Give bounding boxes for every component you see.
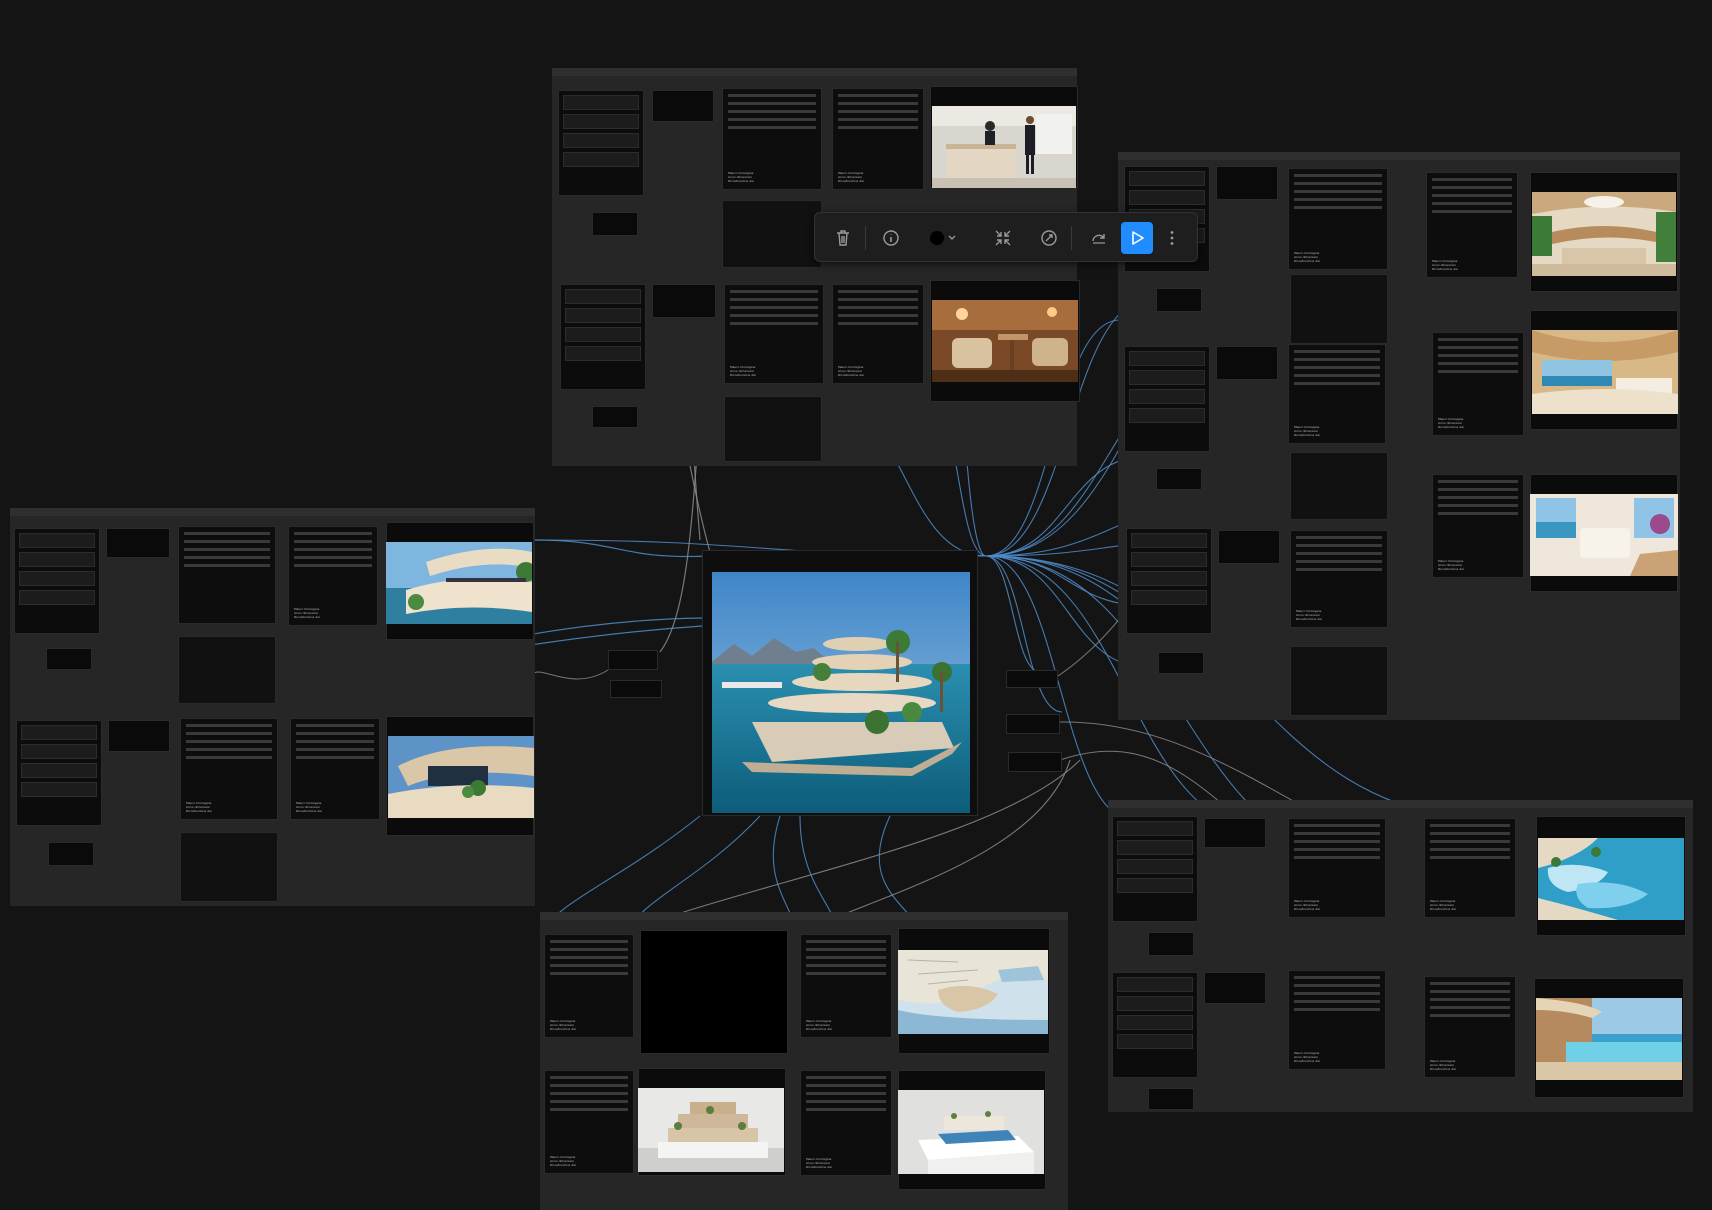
node-small[interactable]: [1156, 468, 1202, 490]
node-small[interactable]: [108, 720, 170, 752]
connection-wire: [533, 539, 711, 558]
connection-wire: [985, 555, 1135, 821]
node-prompt[interactable]: Mauro Immagine Anno dimension Ricostruzi…: [1424, 976, 1516, 1078]
node-small[interactable]: [652, 284, 716, 318]
image-atrium-lounge: [1532, 192, 1676, 276]
node-prompt[interactable]: Mauro Immagine Anno dimension Ricostruzi…: [1424, 818, 1516, 918]
node-empty[interactable]: [1290, 646, 1388, 716]
image-curved-terrace: [386, 542, 532, 624]
info-icon: [883, 230, 899, 246]
node-small[interactable]: [1204, 972, 1266, 1004]
node-selection-toolbar: [814, 212, 1198, 262]
node-small[interactable]: [1156, 288, 1202, 312]
node-small[interactable]: [592, 406, 638, 428]
node-loader[interactable]: [1112, 972, 1198, 1078]
node-small[interactable]: [1006, 670, 1058, 688]
node-prompt[interactable]: [178, 526, 276, 624]
node-prompt[interactable]: Mauro Immagine Anno dimension Ricostruzi…: [1432, 474, 1524, 578]
more-vertical-icon: [1170, 231, 1174, 245]
node-small[interactable]: [106, 528, 170, 558]
node-small[interactable]: [1148, 1088, 1194, 1110]
bypass-button[interactable]: [1033, 222, 1065, 254]
image-pool-terraces: [1538, 838, 1684, 920]
node-small[interactable]: [48, 842, 94, 866]
node-prompt[interactable]: Mauro Immagine Anno dimension Ricostruzi…: [724, 284, 824, 384]
node-prompt[interactable]: Mauro Immagine Anno dimension Ricostruzi…: [800, 1070, 892, 1176]
node-empty[interactable]: [180, 832, 278, 902]
node-loader[interactable]: [14, 528, 100, 634]
node-prompt[interactable]: Mauro Immagine Anno dimension Ricostruzi…: [544, 934, 634, 1038]
node-prompt[interactable]: Mauro Immagine Anno dimension Ricostruzi…: [1290, 530, 1388, 628]
node-loader[interactable]: [1112, 816, 1198, 922]
node-empty[interactable]: [724, 396, 822, 462]
image-harbor-map: [898, 950, 1048, 1034]
node-small[interactable]: [1158, 652, 1204, 674]
connection-wire: [985, 555, 1041, 673]
node-prompt[interactable]: Mauro Immagine Anno dimension Ricostruzi…: [180, 718, 278, 820]
image-hotel-reception: [932, 106, 1076, 188]
node-loader[interactable]: [1126, 528, 1212, 634]
node-small[interactable]: [592, 212, 638, 236]
node-empty[interactable]: [1290, 274, 1388, 344]
node-prompt[interactable]: Mauro Immagine Anno dimension Ricostruzi…: [1288, 168, 1388, 270]
run-button[interactable]: [1121, 222, 1153, 254]
play-icon: [1132, 231, 1144, 245]
node-prompt[interactable]: Mauro Immagine Anno dimension Ricostruzi…: [800, 934, 892, 1038]
node-small[interactable]: [1216, 346, 1278, 380]
redo-arrow-icon: [1092, 234, 1105, 244]
node-prompt[interactable]: Mauro Immagine Anno dimension Ricostruzi…: [832, 284, 924, 384]
bypass-icon: [1041, 230, 1057, 246]
image-curved-balcony: [388, 736, 534, 818]
color-swatch-icon: [930, 231, 956, 245]
node-prompt[interactable]: Mauro Immagine Anno dimension Ricostruzi…: [1432, 332, 1524, 436]
node-loader[interactable]: [560, 284, 646, 390]
node-prompt[interactable]: Mauro Immagine Anno dimension Ricostruzi…: [1288, 970, 1386, 1070]
image-restaurant-chairs: [932, 300, 1078, 382]
node-prompt[interactable]: Mauro Immagine Anno dimension Ricostruzi…: [288, 526, 378, 626]
image-architectural-model: [638, 1088, 784, 1172]
image-bathroom-view: [1530, 494, 1678, 576]
node-small[interactable]: [610, 680, 662, 698]
collapse-arrows-icon: [995, 230, 1011, 246]
node-empty-image[interactable]: [640, 930, 788, 1054]
convert-button[interactable]: [1083, 222, 1115, 254]
node-prompt[interactable]: Mauro Immagine Anno dimension Ricostruzi…: [832, 88, 924, 190]
node-prompt[interactable]: Mauro Immagine Anno dimension Ricostruzi…: [722, 88, 822, 190]
node-empty[interactable]: [1290, 452, 1388, 520]
node-small[interactable]: [652, 90, 714, 122]
collapse-button[interactable]: [987, 222, 1019, 254]
trash-icon: [837, 230, 849, 246]
node-loader[interactable]: [558, 90, 644, 196]
node-small[interactable]: [1216, 166, 1278, 200]
node-small[interactable]: [1006, 714, 1060, 734]
node-small[interactable]: [1204, 818, 1266, 848]
node-empty[interactable]: [178, 636, 276, 704]
image-island-resort: [712, 572, 970, 813]
more-options-button[interactable]: [1159, 222, 1185, 254]
node-small[interactable]: [46, 648, 92, 670]
node-prompt[interactable]: Mauro Immagine Anno dimension Ricostruzi…: [1426, 172, 1518, 278]
node-small[interactable]: [608, 650, 658, 670]
image-curved-bedroom: [1532, 330, 1678, 414]
node-prompt[interactable]: Mauro Immagine Anno dimension Ricostruzi…: [544, 1070, 634, 1174]
image-infinity-pool: [1536, 998, 1682, 1080]
node-small[interactable]: [1008, 752, 1062, 772]
info-button[interactable]: [875, 222, 907, 254]
node-graph-canvas[interactable]: Mauro Immagine Anno dimension Ricostruzi…: [0, 0, 1712, 1210]
node-small[interactable]: [1148, 932, 1194, 956]
node-loader[interactable]: [1124, 346, 1210, 452]
node-loader[interactable]: [16, 720, 102, 826]
node-prompt[interactable]: Mauro Immagine Anno dimension Ricostruzi…: [1288, 818, 1386, 918]
node-prompt[interactable]: Mauro Immagine Anno dimension Ricostruzi…: [290, 718, 380, 820]
delete-button[interactable]: [827, 222, 859, 254]
connection-wire: [530, 669, 609, 701]
node-small[interactable]: [1218, 530, 1280, 564]
color-picker-button[interactable]: [921, 222, 965, 254]
connection-wire: [985, 555, 1063, 713]
node-prompt[interactable]: Mauro Immagine Anno dimension Ricostruzi…: [1288, 344, 1386, 444]
node-empty[interactable]: [722, 200, 822, 268]
image-model-plinth: [898, 1090, 1044, 1174]
